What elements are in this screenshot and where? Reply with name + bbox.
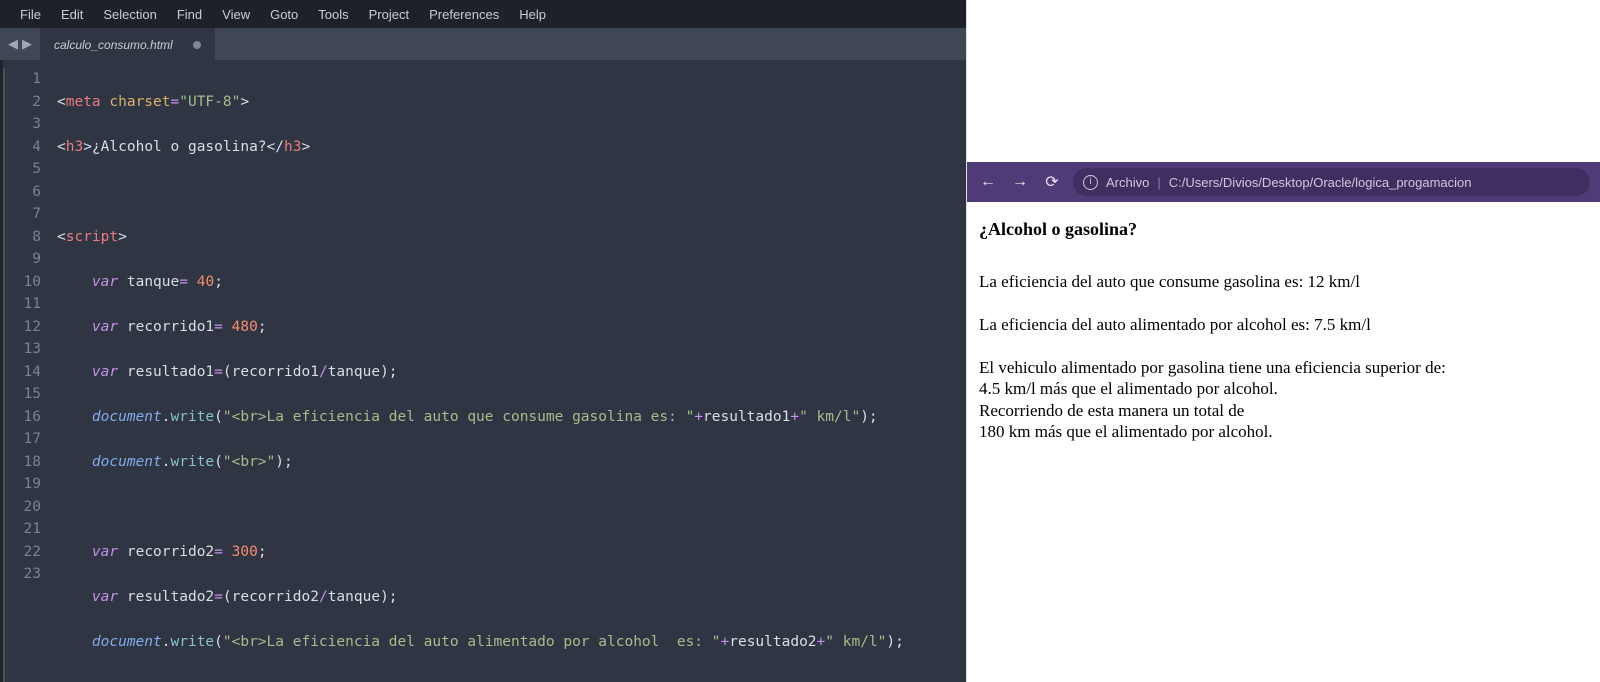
browser-toolbar: ← → ⟳ i Archivo | C:/Users/Divios/Deskto… <box>967 162 1600 202</box>
browser-window: ← → ⟳ i Archivo | C:/Users/Divios/Deskto… <box>966 0 1600 682</box>
line-gutter: 1 2 3 4 5 6 7 8 9 10 11 12 13 14 15 16 1… <box>3 68 57 682</box>
code-area[interactable]: 1 2 3 4 5 6 7 8 9 10 11 12 13 14 15 16 1… <box>0 60 966 682</box>
url-label: Archivo <box>1106 175 1149 190</box>
menu-help[interactable]: Help <box>509 3 556 26</box>
tab-nav-arrows[interactable]: ◀ ▶ <box>0 28 40 60</box>
menu-goto[interactable]: Goto <box>260 3 308 26</box>
tab-dirty-icon <box>193 41 201 49</box>
back-button[interactable]: ← <box>977 173 999 191</box>
tab-filename: calculo_consumo.html <box>54 38 173 52</box>
output-line-3d: 180 km más que el alimentado por alcohol… <box>979 421 1588 442</box>
url-path: C:/Users/Divios/Desktop/Oracle/logica_pr… <box>1169 175 1472 190</box>
tab-active[interactable]: calculo_consumo.html <box>40 28 215 60</box>
menu-tools[interactable]: Tools <box>308 3 358 26</box>
menu-project[interactable]: Project <box>359 3 419 26</box>
url-divider: | <box>1157 175 1160 190</box>
address-bar[interactable]: i Archivo | C:/Users/Divios/Desktop/Orac… <box>1073 168 1590 196</box>
menu-find[interactable]: Find <box>167 3 212 26</box>
menu-file[interactable]: File <box>10 3 51 26</box>
forward-button[interactable]: → <box>1009 173 1031 191</box>
output-line-3c: Recorriendo de esta manera un total de <box>979 400 1588 421</box>
page-title: ¿Alcohol o gasolina? <box>979 218 1588 241</box>
tab-bar: ◀ ▶ calculo_consumo.html <box>0 28 966 60</box>
code-editor: File Edit Selection Find View Goto Tools… <box>0 0 966 682</box>
forward-icon[interactable]: ▶ <box>22 36 32 52</box>
output-block-3: El vehiculo alimentado por gasolina tien… <box>979 357 1588 442</box>
menu-view[interactable]: View <box>212 3 260 26</box>
output-line-3a: El vehiculo alimentado por gasolina tien… <box>979 357 1588 378</box>
back-icon[interactable]: ◀ <box>8 36 18 52</box>
site-info-icon[interactable]: i <box>1083 175 1098 190</box>
reload-button[interactable]: ⟳ <box>1041 172 1063 192</box>
output-line-3b: 4.5 km/l más que el alimentado por alcoh… <box>979 378 1588 399</box>
rendered-page: ¿Alcohol o gasolina? La eficiencia del a… <box>967 202 1600 458</box>
menu-edit[interactable]: Edit <box>51 3 93 26</box>
browser-blank-top <box>967 0 1600 162</box>
menu-preferences[interactable]: Preferences <box>419 3 509 26</box>
output-line-1: La eficiencia del auto que consume gasol… <box>979 271 1588 292</box>
code-content[interactable]: <meta charset="UTF-8"> <h3>¿Alcohol o ga… <box>57 68 966 682</box>
menu-selection[interactable]: Selection <box>93 3 166 26</box>
output-line-2: La eficiencia del auto alimentado por al… <box>979 314 1588 335</box>
menu-bar: File Edit Selection Find View Goto Tools… <box>0 0 966 28</box>
